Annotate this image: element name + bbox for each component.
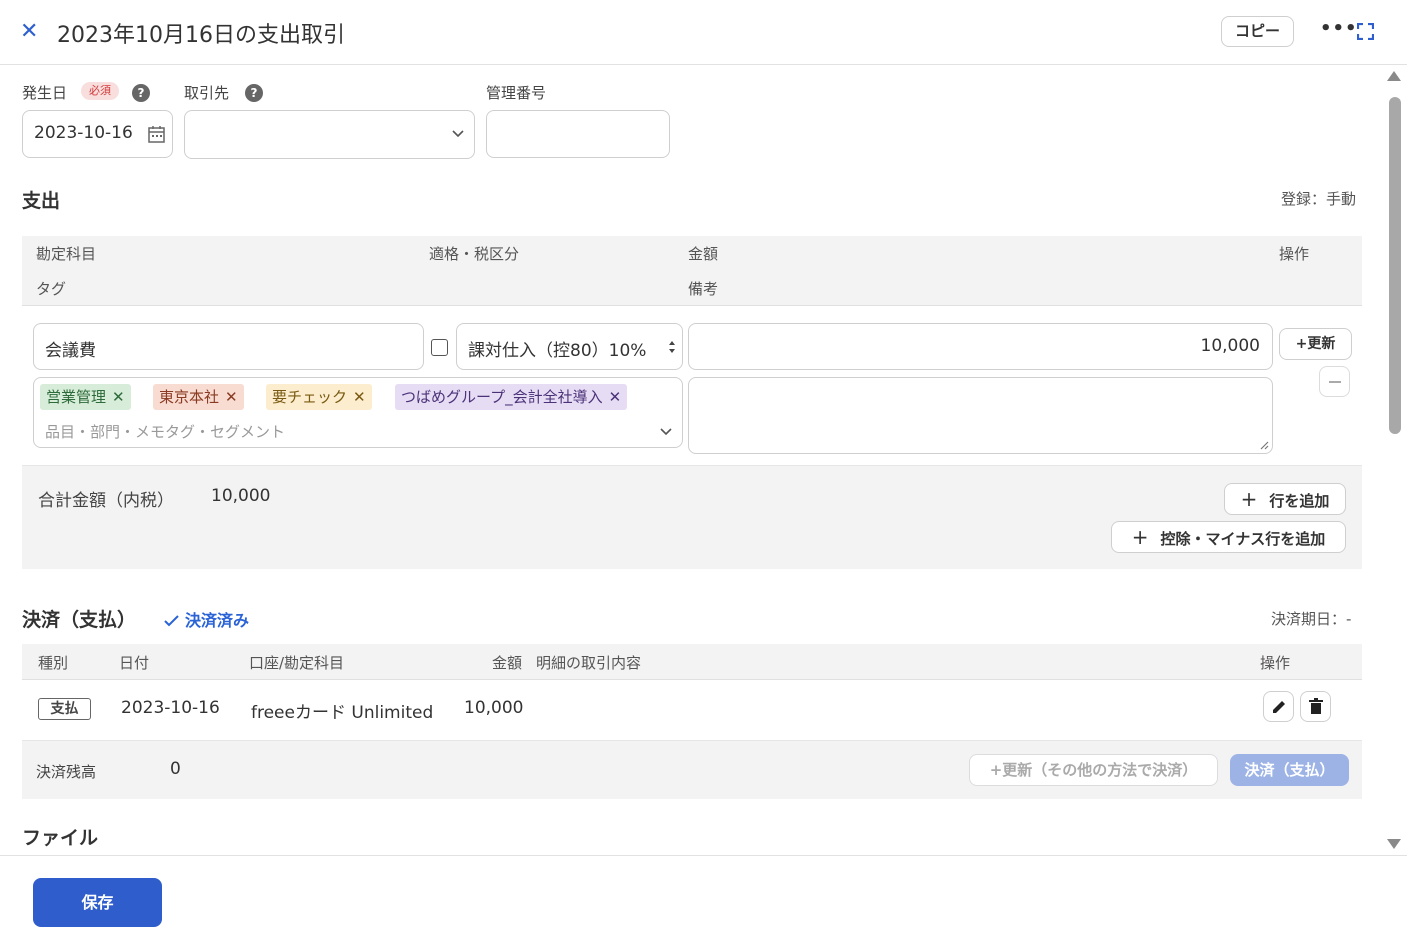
total-value: 10,000 bbox=[211, 486, 271, 506]
scroll-up-arrow[interactable] bbox=[1387, 71, 1401, 81]
partner-select[interactable] bbox=[184, 110, 475, 159]
amount-value: 10,000 bbox=[1200, 336, 1260, 356]
minus-icon bbox=[1329, 381, 1341, 383]
scroll-down-arrow[interactable] bbox=[1387, 839, 1401, 849]
col-account: 口座/勘定科目 bbox=[249, 654, 345, 672]
partner-label: 取引先 bbox=[184, 84, 230, 102]
tax-category-select[interactable]: 課対仕入（控80）10% bbox=[456, 323, 683, 370]
trash-icon bbox=[1309, 698, 1323, 714]
footer: 保存 bbox=[0, 855, 1407, 948]
table-row: 支払 2023-10-16 freeeカード Unlimited 10,000 bbox=[22, 680, 1362, 740]
account-value: 会議費 bbox=[45, 341, 96, 361]
chevron-down-icon bbox=[660, 428, 672, 436]
col-account: 勘定科目 bbox=[36, 245, 97, 263]
total-label: 合計金額（内税） bbox=[38, 491, 174, 511]
pay-button[interactable]: 決済（支払） bbox=[1230, 754, 1349, 786]
resize-handle-icon[interactable] bbox=[1259, 440, 1269, 450]
col-date: 日付 bbox=[119, 654, 150, 672]
col-memo: 備考 bbox=[688, 280, 719, 298]
content-area[interactable]: 発生日 必須 ? 取引先 ? 管理番号 2023-10-16 支出 登録：手動 … bbox=[0, 65, 1407, 855]
col-tax: 適格・税区分 bbox=[429, 245, 520, 263]
calendar-icon[interactable] bbox=[148, 125, 165, 143]
help-icon[interactable]: ? bbox=[245, 84, 263, 102]
total-area: 合計金額（内税） 10,000 + 行を追加 + 控除・マイナス行を追加 bbox=[22, 465, 1362, 569]
more-icon[interactable]: ••• bbox=[1320, 18, 1358, 39]
copy-button[interactable]: コピー bbox=[1221, 16, 1294, 47]
remove-tag-icon[interactable]: ✕ bbox=[225, 388, 238, 406]
invoice-checkbox[interactable] bbox=[431, 339, 448, 356]
col-amount: 金額 bbox=[688, 245, 719, 263]
settlement-account: freeeカード Unlimited bbox=[251, 703, 434, 723]
date-field[interactable]: 2023-10-16 bbox=[22, 110, 173, 158]
control-number-label: 管理番号 bbox=[486, 84, 547, 102]
control-number-input[interactable] bbox=[486, 110, 670, 158]
close-icon[interactable]: ✕ bbox=[20, 18, 44, 46]
balance-label: 決済残高 bbox=[36, 763, 97, 781]
expense-table-header: 勘定科目 適格・税区分 金額 操作 タグ 備考 bbox=[22, 236, 1362, 306]
balance-area: 決済残高 0 +更新（その他の方法で決済） 決済（支払） bbox=[22, 740, 1362, 799]
settlement-heading: 決済（支払） bbox=[22, 609, 137, 631]
plus-icon: + bbox=[1131, 525, 1149, 549]
remove-tag-icon[interactable]: ✕ bbox=[609, 388, 622, 406]
amount-input[interactable]: 10,000 bbox=[688, 323, 1273, 370]
remove-tag-icon[interactable]: ✕ bbox=[112, 388, 125, 406]
plus-icon: + bbox=[1240, 487, 1258, 511]
files-heading: ファイル bbox=[22, 827, 99, 849]
settlement-table-header: 種別 日付 口座/勘定科目 金額 明細の取引内容 操作 bbox=[22, 644, 1362, 680]
due-date: 決済期日：- bbox=[1271, 610, 1352, 628]
tag-chip[interactable]: つばめグループ_会計全社導入 ✕ bbox=[395, 384, 628, 410]
col-tag: タグ bbox=[36, 280, 67, 298]
balance-value: 0 bbox=[170, 759, 181, 779]
pencil-icon bbox=[1273, 701, 1285, 713]
col-action: 操作 bbox=[1260, 654, 1291, 672]
tag-chip[interactable]: 営業管理 ✕ bbox=[40, 384, 131, 410]
registration-status: 登録：手動 bbox=[1281, 190, 1357, 208]
edit-button[interactable] bbox=[1263, 691, 1294, 722]
settlement-status: 決済済み bbox=[164, 607, 249, 631]
tag-chip[interactable]: 要チェック ✕ bbox=[266, 384, 372, 410]
col-action: 操作 bbox=[1279, 245, 1310, 263]
tag-chip[interactable]: 東京本社 ✕ bbox=[153, 384, 244, 410]
col-detail: 明細の取引内容 bbox=[536, 654, 642, 672]
settlement-date: 2023-10-16 bbox=[121, 698, 220, 718]
tax-category-value: 課対仕入（控80）10% bbox=[468, 341, 647, 361]
col-type: 種別 bbox=[38, 654, 69, 672]
chevron-down-icon bbox=[452, 130, 464, 138]
tag-field[interactable]: 営業管理 ✕ 東京本社 ✕ 要チェック ✕ つばめグループ_会計全社導入 ✕ 品目・部門… bbox=[33, 377, 683, 448]
header: ✕ 2023年10月16日の支出取引 コピー ••• bbox=[0, 0, 1407, 65]
save-button[interactable]: 保存 bbox=[33, 878, 162, 927]
page-title: 2023年10月16日の支出取引 bbox=[57, 23, 345, 48]
add-deduction-row-button[interactable]: + 控除・マイナス行を追加 bbox=[1111, 521, 1346, 553]
date-value: 2023-10-16 bbox=[34, 123, 133, 143]
col-amount: 金額 bbox=[492, 654, 523, 672]
add-row-button[interactable]: + 行を追加 bbox=[1224, 483, 1346, 515]
tag-placeholder: 品目・部門・メモタグ・セグメント bbox=[45, 423, 286, 441]
expense-heading: 支出 bbox=[22, 190, 61, 212]
memo-textarea[interactable] bbox=[688, 377, 1273, 454]
remove-tag-icon[interactable]: ✕ bbox=[353, 388, 366, 406]
help-icon[interactable]: ? bbox=[132, 84, 150, 102]
other-method-button[interactable]: +更新（その他の方法で決済） bbox=[969, 754, 1218, 786]
remove-row-button[interactable] bbox=[1319, 366, 1350, 397]
delete-button[interactable] bbox=[1300, 691, 1331, 722]
type-badge: 支払 bbox=[38, 698, 91, 720]
date-label: 発生日 bbox=[22, 84, 68, 102]
required-badge: 必須 bbox=[81, 82, 119, 100]
expand-icon[interactable] bbox=[1357, 23, 1374, 40]
row-update-button[interactable]: +更新 bbox=[1279, 328, 1352, 360]
check-icon bbox=[164, 615, 179, 627]
scrollbar-thumb[interactable] bbox=[1389, 97, 1401, 434]
settlement-amount: 10,000 bbox=[464, 698, 524, 718]
account-field[interactable]: 会議費 bbox=[33, 323, 424, 370]
sort-arrows-icon bbox=[669, 341, 675, 353]
